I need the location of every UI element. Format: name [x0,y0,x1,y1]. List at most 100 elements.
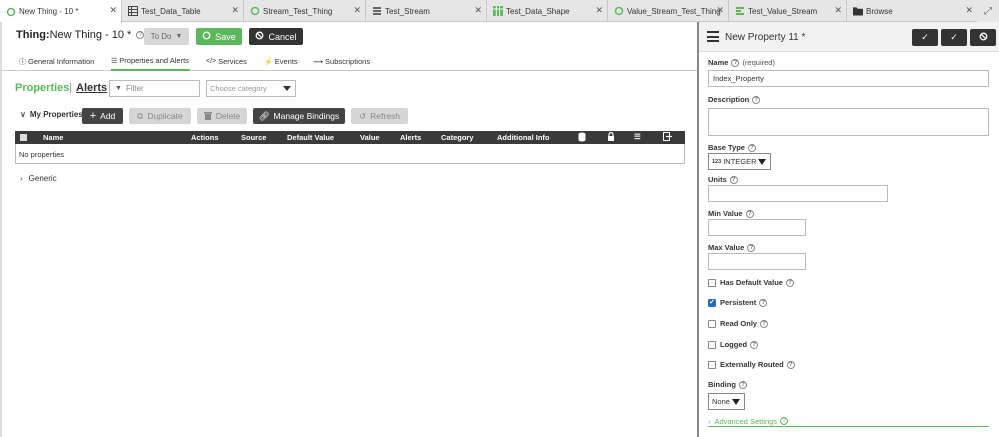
close-icon[interactable]: ✕ [834,5,842,16]
close-icon[interactable]: ✕ [716,5,724,16]
tab-label: Test_Data_Shape [506,6,570,16]
tab-label: Events [274,57,298,66]
my-properties-toggle[interactable]: ∨ My Properties [20,110,83,119]
manage-bindings-button[interactable]: 🔗︎ Manage Bindings [253,108,345,124]
close-icon[interactable]: ✕ [353,5,361,16]
tab-test-stream[interactable]: Test_Stream ✕ [366,0,487,22]
chevron-right-icon: › [708,416,711,426]
column-header[interactable]: Source [241,133,266,142]
filter-input[interactable]: ▼ Filter [109,80,200,97]
todo-dropdown[interactable]: To Do ▼ [144,28,189,45]
check-plus-icon: ✓ [921,32,929,42]
max-value-input[interactable] [708,253,806,270]
tab-stream-test-thing[interactable]: Stream_Test_Thing ✕ [244,0,366,22]
name-label: Name ? (required) [708,58,775,67]
column-header[interactable]: Value [360,133,380,142]
checkbox[interactable] [708,340,716,349]
checkbox[interactable] [708,360,716,369]
apply-continue-button[interactable]: ✓ [912,29,938,46]
close-icon[interactable]: ✕ [231,5,239,16]
tab-services[interactable]: </> Services [206,52,247,71]
duplicate-button[interactable]: ⧉ Duplicate [129,108,191,124]
left-edge-divider [0,22,2,437]
help-icon[interactable]: ? [747,143,756,152]
tab-subscriptions[interactable]: ⟿ Subscriptions [313,52,370,71]
help-icon[interactable]: ? [731,58,740,67]
help-icon[interactable]: ? [747,243,756,252]
generic-section-toggle[interactable]: › Generic [20,174,57,183]
checkbox[interactable] [708,278,716,287]
binding-select[interactable]: None [708,393,745,410]
todo-label: To Do [150,32,172,41]
add-button[interactable]: + Add [82,108,123,124]
min-value-input[interactable] [708,219,806,236]
binding-label-text: Binding [708,380,736,389]
logged-checkbox[interactable]: Logged ? [708,340,759,349]
filter-icon: ▼ [115,85,122,92]
chevron-down-icon: ▼ [175,33,183,40]
help-icon[interactable]: ? [780,417,789,425]
base-type-label-text: Base Type [708,143,745,152]
description-input[interactable] [708,108,989,136]
advanced-settings-toggle[interactable]: › Advanced Settings ? [708,416,989,427]
help-icon[interactable]: ? [759,298,768,307]
has-default-value-checkbox[interactable]: Has Default Value ? [708,278,794,287]
help-icon[interactable]: ? [745,209,754,218]
help-icon[interactable]: ? [738,380,747,389]
tab-test-data-shape[interactable]: Test_Data_Shape ✕ [487,0,608,22]
column-header[interactable]: Default Value [287,133,334,142]
category-select[interactable]: Choose category [206,80,296,97]
help-icon[interactable]: ? [729,175,738,184]
tab-browse[interactable]: Browse ✕ [847,0,977,22]
tab-test-data-table[interactable]: Test_Data_Table ✕ [122,0,244,22]
done-button[interactable]: ✓ [941,29,967,46]
refresh-label: Refresh [370,111,400,121]
column-header[interactable]: Actions [191,133,219,142]
column-header[interactable]: Name [43,133,63,142]
chevron-down-icon: ∨ [20,110,26,119]
externally-routed-checkbox[interactable]: Externally Routed ? [708,360,795,369]
help-icon[interactable]: ? [785,278,794,287]
expand-icon[interactable]: ⤢ [977,0,999,22]
integer-type-icon: 123 [712,158,722,165]
column-header[interactable]: Additional Info [497,133,550,142]
persistent-checkbox[interactable]: ✓ Persistent ? [708,298,768,307]
help-icon[interactable]: ? [760,319,769,328]
tab-test-value-stream[interactable]: Test_Value_Stream ✕ [729,0,847,22]
close-icon[interactable]: ✕ [109,5,117,16]
help-icon[interactable]: ? [786,360,795,369]
base-type-select[interactable]: 123 INTEGER [708,153,771,170]
subscription-icon: ⟿ [313,58,324,66]
select-all-checkbox[interactable] [20,134,27,141]
units-input[interactable] [708,185,888,202]
help-icon[interactable]: ? [750,340,759,349]
cancel-button[interactable]: Cancel [249,28,303,45]
close-icon[interactable]: ✕ [474,5,482,16]
alerts-link[interactable]: Alerts [76,82,107,94]
property-editor-panel: New Property 11 * ✓ ✓ Name ? (required) … [697,22,999,437]
circle-icon [202,31,211,42]
close-icon[interactable]: ✕ [965,5,973,16]
column-header[interactable]: Alerts [400,133,421,142]
tab-general-information[interactable]: ⓘ General Information [19,52,94,71]
name-input[interactable]: Index_Property [708,70,989,87]
delete-button[interactable]: Delete [197,108,247,124]
discard-button[interactable] [970,29,996,46]
tab-events[interactable]: ⚡ Events [264,52,298,71]
refresh-button[interactable]: ↺ Refresh [351,108,408,124]
tab-label: Test_Stream [385,6,430,16]
checkbox[interactable] [708,319,716,328]
properties-link[interactable]: Properties [15,82,69,94]
checkbox-checked[interactable]: ✓ [708,298,716,307]
ban-icon [255,31,264,42]
tab-properties-and-alerts[interactable]: ☰ Properties and Alerts [111,52,190,71]
save-button[interactable]: Save [196,28,242,45]
link-icon: 🔗︎ [258,110,270,121]
close-icon[interactable]: ✕ [595,5,603,16]
column-header[interactable]: Category [441,133,474,142]
tab-new-thing[interactable]: New Thing - 10 * ✕ [0,0,122,23]
valuestream-icon [735,6,745,16]
read-only-checkbox[interactable]: Read Only ? [708,319,769,328]
help-icon[interactable]: ? [752,95,761,104]
tab-value-stream-test-thing[interactable]: Value_Stream_Test_Thing ✕ [608,0,729,22]
